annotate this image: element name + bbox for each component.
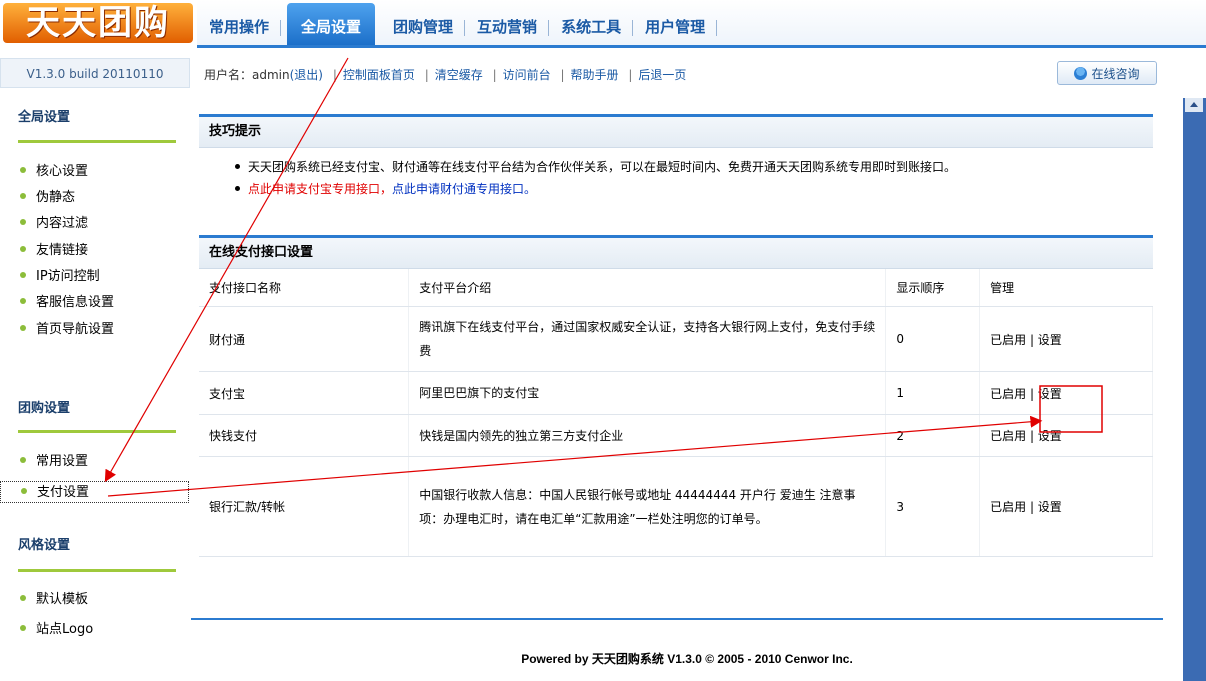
sidebar-item-default-template[interactable]: 默认模板	[20, 589, 188, 611]
settings-link[interactable]: 设置	[1038, 333, 1062, 347]
table-header-row: 支付接口名称 支付平台介绍 显示顺序 管理	[199, 269, 1153, 307]
online-consult-button[interactable]: 在线咨询	[1057, 61, 1157, 85]
help-manual-link[interactable]: 帮助手册	[571, 68, 619, 82]
apply-alipay-link[interactable]: 点此申请支付宝专用接口，	[248, 182, 392, 196]
payment-order: 1	[885, 371, 981, 415]
sidebar-item-service-info[interactable]: 客服信息设置	[20, 292, 188, 314]
tab-interactive-marketing[interactable]: 互动营销	[465, 9, 550, 45]
logout-link[interactable]: (退出)	[290, 68, 323, 82]
tab-user-manage[interactable]: 用户管理	[633, 9, 718, 45]
footer: Powered by 天天团购系统 V1.3.0 © 2005 - 2010 C…	[521, 652, 853, 666]
tab-common-ops[interactable]: 常用操作	[197, 9, 282, 45]
col-header: 显示顺序	[885, 269, 981, 307]
sidebar-divider	[18, 140, 176, 143]
clear-cache-link[interactable]: 清空缓存	[435, 68, 483, 82]
settings-link[interactable]: 设置	[1038, 429, 1062, 443]
tips-panel: 技巧提示 天天团购系统已经支付宝、财付通等在线支付平台结为合作伙伴关系，可以在最…	[199, 114, 1153, 200]
apply-tenpay-link[interactable]: 点此申请财付通专用接口。	[392, 182, 536, 196]
visit-frontend-link[interactable]: 访问前台	[503, 68, 551, 82]
footer-divider	[191, 618, 1163, 620]
sub-bar: V1.3.0 build 20110110 用户名：admin(退出) | 控制面…	[0, 48, 1206, 98]
username-label: 用户名：admin	[204, 68, 290, 82]
scroll-up-arrow-icon[interactable]	[1185, 98, 1203, 112]
table-row: 支付宝 阿里巴巴旗下的支付宝 1 已启用 | 设置	[199, 371, 1153, 415]
payment-name: 快钱支付	[199, 414, 410, 457]
payment-name: 银行汇款/转帐	[199, 456, 410, 557]
vertical-scrollbar[interactable]	[1183, 98, 1206, 681]
payment-manage: 已启用 | 设置	[979, 414, 1153, 457]
payment-manage: 已启用 | 设置	[979, 306, 1153, 372]
payment-order: 0	[885, 306, 981, 372]
settings-link[interactable]: 设置	[1038, 500, 1062, 514]
sidebar-section-style: 风格设置	[18, 538, 71, 553]
payment-name: 财付通	[199, 306, 410, 372]
payment-desc: 阿里巴巴旗下的支付宝	[408, 371, 887, 415]
sidebar-item-rewrite[interactable]: 伪静态	[20, 187, 188, 209]
sidebar-section-global: 全局设置	[18, 110, 71, 125]
payment-table: 支付接口名称 支付平台介绍 显示顺序 管理 财付通 腾讯旗下在线支付平台，通过国…	[199, 269, 1153, 557]
col-header: 管理	[979, 269, 1153, 307]
payment-desc: 腾讯旗下在线支付平台，通过国家权威安全认证，支持各大银行网上支付，免支付手续费	[408, 306, 887, 372]
sidebar-item-payment[interactable]: 支付设置	[0, 481, 189, 503]
table-row: 银行汇款/转帐 中国银行收款人信息：中国人民银行帐号或地址 44444444 开…	[199, 456, 1153, 557]
payment-manage: 已启用 | 设置	[979, 371, 1153, 415]
payment-name: 支付宝	[199, 371, 410, 415]
payment-panel-title: 在线支付接口设置	[199, 238, 1153, 269]
sidebar-item-content-filter[interactable]: 内容过滤	[20, 213, 188, 235]
status-label: 已启用	[990, 386, 1027, 401]
tab-groupbuy-manage[interactable]: 团购管理	[381, 9, 466, 45]
payment-desc: 快钱是国内领先的独立第三方支付企业	[408, 414, 887, 457]
app-logo: 天天团购	[3, 3, 193, 43]
go-back-link[interactable]: 后退一页	[638, 68, 686, 82]
tab-system-tools[interactable]: 系统工具	[549, 9, 634, 45]
sidebar-divider	[18, 569, 176, 572]
tips-links: 点此申请支付宝专用接口，点此申请财付通专用接口。	[235, 178, 1153, 200]
table-row: 快钱支付 快钱是国内领先的独立第三方支付企业 2 已启用 | 设置	[199, 414, 1153, 457]
tab-global-settings[interactable]: 全局设置	[287, 3, 376, 45]
tips-line: 天天团购系统已经支付宝、财付通等在线支付平台结为合作伙伴关系，可以在最短时间内、…	[235, 156, 1153, 178]
main-tabs: 常用操作 全局设置 团购管理 互动营销 系统工具 用户管理	[197, 0, 718, 45]
payment-order: 2	[885, 414, 981, 457]
version-label: V1.3.0 build 20110110	[0, 58, 190, 88]
table-row: 财付通 腾讯旗下在线支付平台，通过国家权威安全认证，支持各大银行网上支付，免支付…	[199, 306, 1153, 372]
sidebar-item-ip-control[interactable]: IP访问控制	[20, 266, 188, 288]
user-icon	[1074, 67, 1088, 80]
sidebar-item-core[interactable]: 核心设置	[20, 161, 188, 183]
quick-links: 用户名：admin(退出) | 控制面板首页 | 清空缓存 | 访问前台 | 帮助手册 …	[204, 68, 687, 82]
payment-panel: 在线支付接口设置 支付接口名称 支付平台介绍 显示顺序 管理 财付通 腾讯旗下在…	[199, 235, 1153, 557]
settings-link[interactable]: 设置	[1038, 387, 1062, 401]
payment-desc: 中国银行收款人信息：中国人民银行帐号或地址 44444444 开户行 爱迪生 注…	[408, 456, 887, 557]
col-header: 支付接口名称	[199, 269, 410, 307]
sidebar-item-common[interactable]: 常用设置	[20, 451, 188, 473]
col-header: 支付平台介绍	[408, 269, 887, 307]
status-label: 已启用	[990, 500, 1027, 514]
sidebar-item-friend-links[interactable]: 友情链接	[20, 240, 188, 262]
control-panel-link[interactable]: 控制面板首页	[343, 68, 415, 82]
sidebar-item-home-nav[interactable]: 首页导航设置	[20, 319, 188, 341]
status-label: 已启用	[990, 332, 1027, 347]
sidebar-section-groupbuy: 团购设置	[18, 401, 71, 416]
sidebar-item-site-logo[interactable]: 站点Logo	[20, 619, 188, 641]
payment-manage: 已启用 | 设置	[979, 456, 1153, 557]
sidebar-divider	[18, 430, 176, 433]
status-label: 已启用	[990, 429, 1027, 443]
payment-order: 3	[885, 456, 981, 557]
tips-title: 技巧提示	[199, 117, 1153, 148]
